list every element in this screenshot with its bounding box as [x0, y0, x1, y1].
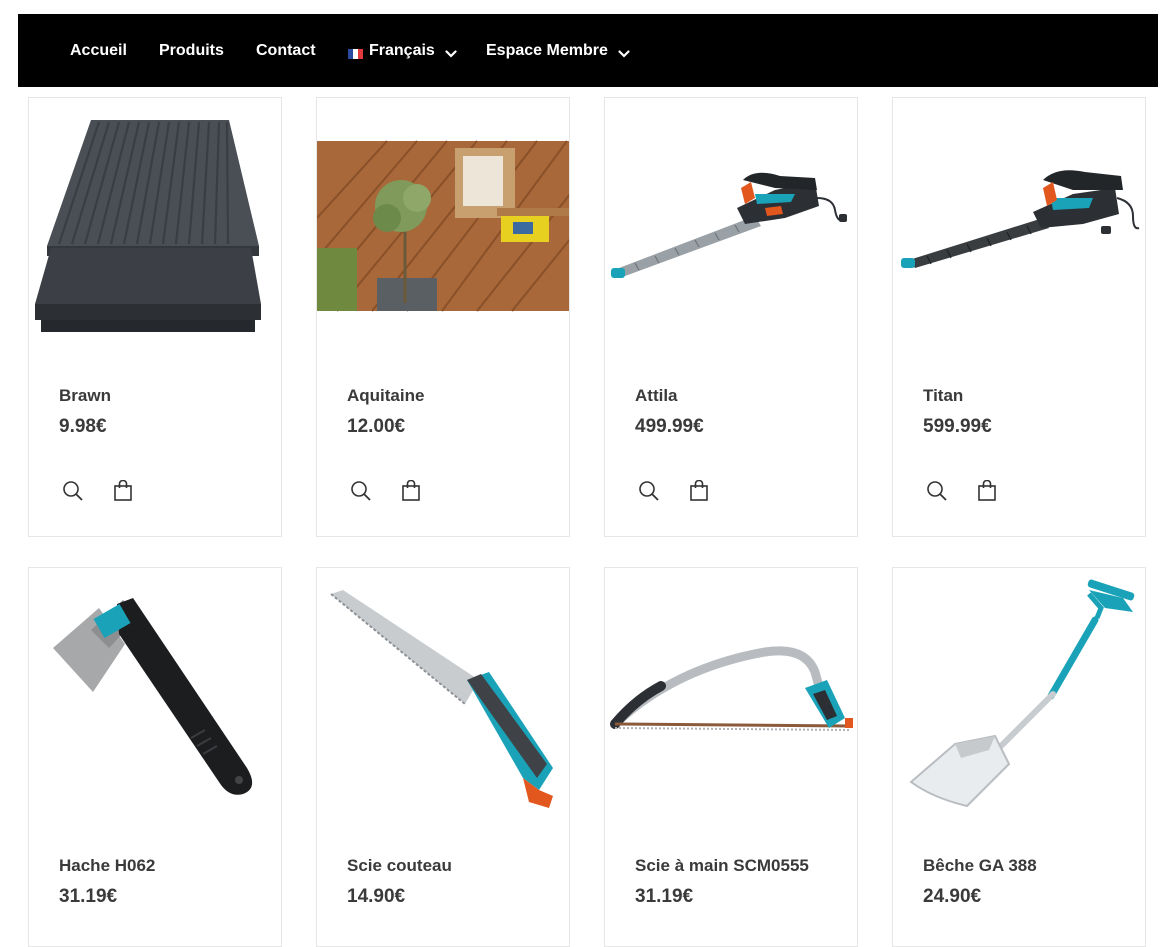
product-image-pruning-saw[interactable]	[317, 568, 569, 828]
product-card[interactable]: Aquitaine 12.00€	[316, 97, 570, 537]
nav-produits[interactable]: Produits	[159, 14, 224, 87]
nav-espace-membre-dropdown[interactable]: Espace Membre	[486, 14, 630, 87]
product-name[interactable]: Brawn	[59, 386, 111, 406]
product-image-decking-boards[interactable]	[29, 98, 281, 358]
product-image-hedge-trimmer[interactable]	[605, 98, 857, 358]
product-name[interactable]: Aquitaine	[347, 386, 424, 406]
product-image-spade[interactable]	[893, 568, 1145, 828]
nav-accueil-label: Accueil	[70, 41, 127, 59]
product-name[interactable]: Attila	[635, 386, 678, 406]
shopping-bag-icon	[402, 480, 420, 501]
product-image-wood-deck[interactable]	[317, 98, 569, 358]
product-card[interactable]: Titan 599.99€	[892, 97, 1146, 537]
product-card[interactable]: Attila 499.99€	[604, 97, 858, 537]
product-image-axe[interactable]	[29, 568, 281, 828]
quick-view-button[interactable]	[348, 478, 374, 504]
search-icon	[351, 481, 371, 501]
search-icon	[927, 481, 947, 501]
quick-view-button[interactable]	[636, 478, 662, 504]
product-name[interactable]: Scie couteau	[347, 856, 452, 876]
search-icon	[63, 481, 83, 501]
add-to-cart-button[interactable]	[974, 478, 1000, 504]
product-price: 14.90€	[347, 886, 406, 907]
france-flag-icon	[348, 46, 363, 59]
main-navbar: Accueil Produits Contact Français Espace…	[18, 14, 1158, 87]
product-name[interactable]: Scie à main SCM0555	[635, 856, 809, 876]
product-image-hedge-trimmer-long[interactable]	[893, 98, 1145, 358]
product-name[interactable]: Titan	[923, 386, 963, 406]
product-name[interactable]: Hache H062	[59, 856, 155, 876]
product-price: 599.99€	[923, 416, 992, 437]
product-price: 24.90€	[923, 886, 982, 907]
quick-view-button[interactable]	[924, 478, 950, 504]
nav-contact[interactable]: Contact	[256, 14, 316, 87]
nav-accueil[interactable]: Accueil	[70, 14, 127, 87]
nav-produits-label: Produits	[159, 41, 224, 59]
product-price: 31.19€	[59, 886, 118, 907]
nav-espace-membre-label: Espace Membre	[486, 41, 608, 59]
product-card[interactable]: Hache H062 31.19€	[28, 567, 282, 947]
product-card[interactable]: Scie à main SCM0555 31.19€	[604, 567, 858, 947]
shopping-bag-icon	[690, 480, 708, 501]
product-name[interactable]: Bêche GA 388	[923, 856, 1037, 876]
quick-view-button[interactable]	[60, 478, 86, 504]
search-icon	[639, 481, 659, 501]
product-card[interactable]: Brawn 9.98€	[28, 97, 282, 537]
product-price: 31.19€	[635, 886, 694, 907]
nav-contact-label: Contact	[256, 41, 316, 59]
shopping-bag-icon	[978, 480, 996, 501]
nav-language-label: Français	[369, 41, 435, 59]
product-image-bow-saw[interactable]	[605, 568, 857, 828]
chevron-down-icon	[618, 49, 630, 58]
product-price: 12.00€	[347, 416, 406, 437]
chevron-down-icon	[445, 49, 457, 58]
product-card[interactable]: Scie couteau 14.90€	[316, 567, 570, 947]
add-to-cart-button[interactable]	[398, 478, 424, 504]
product-card[interactable]: Bêche GA 388 24.90€	[892, 567, 1146, 947]
add-to-cart-button[interactable]	[686, 478, 712, 504]
product-price: 9.98€	[59, 416, 107, 437]
product-price: 499.99€	[635, 416, 704, 437]
add-to-cart-button[interactable]	[110, 478, 136, 504]
shopping-bag-icon	[114, 480, 132, 501]
nav-language-dropdown[interactable]: Français	[348, 14, 457, 87]
